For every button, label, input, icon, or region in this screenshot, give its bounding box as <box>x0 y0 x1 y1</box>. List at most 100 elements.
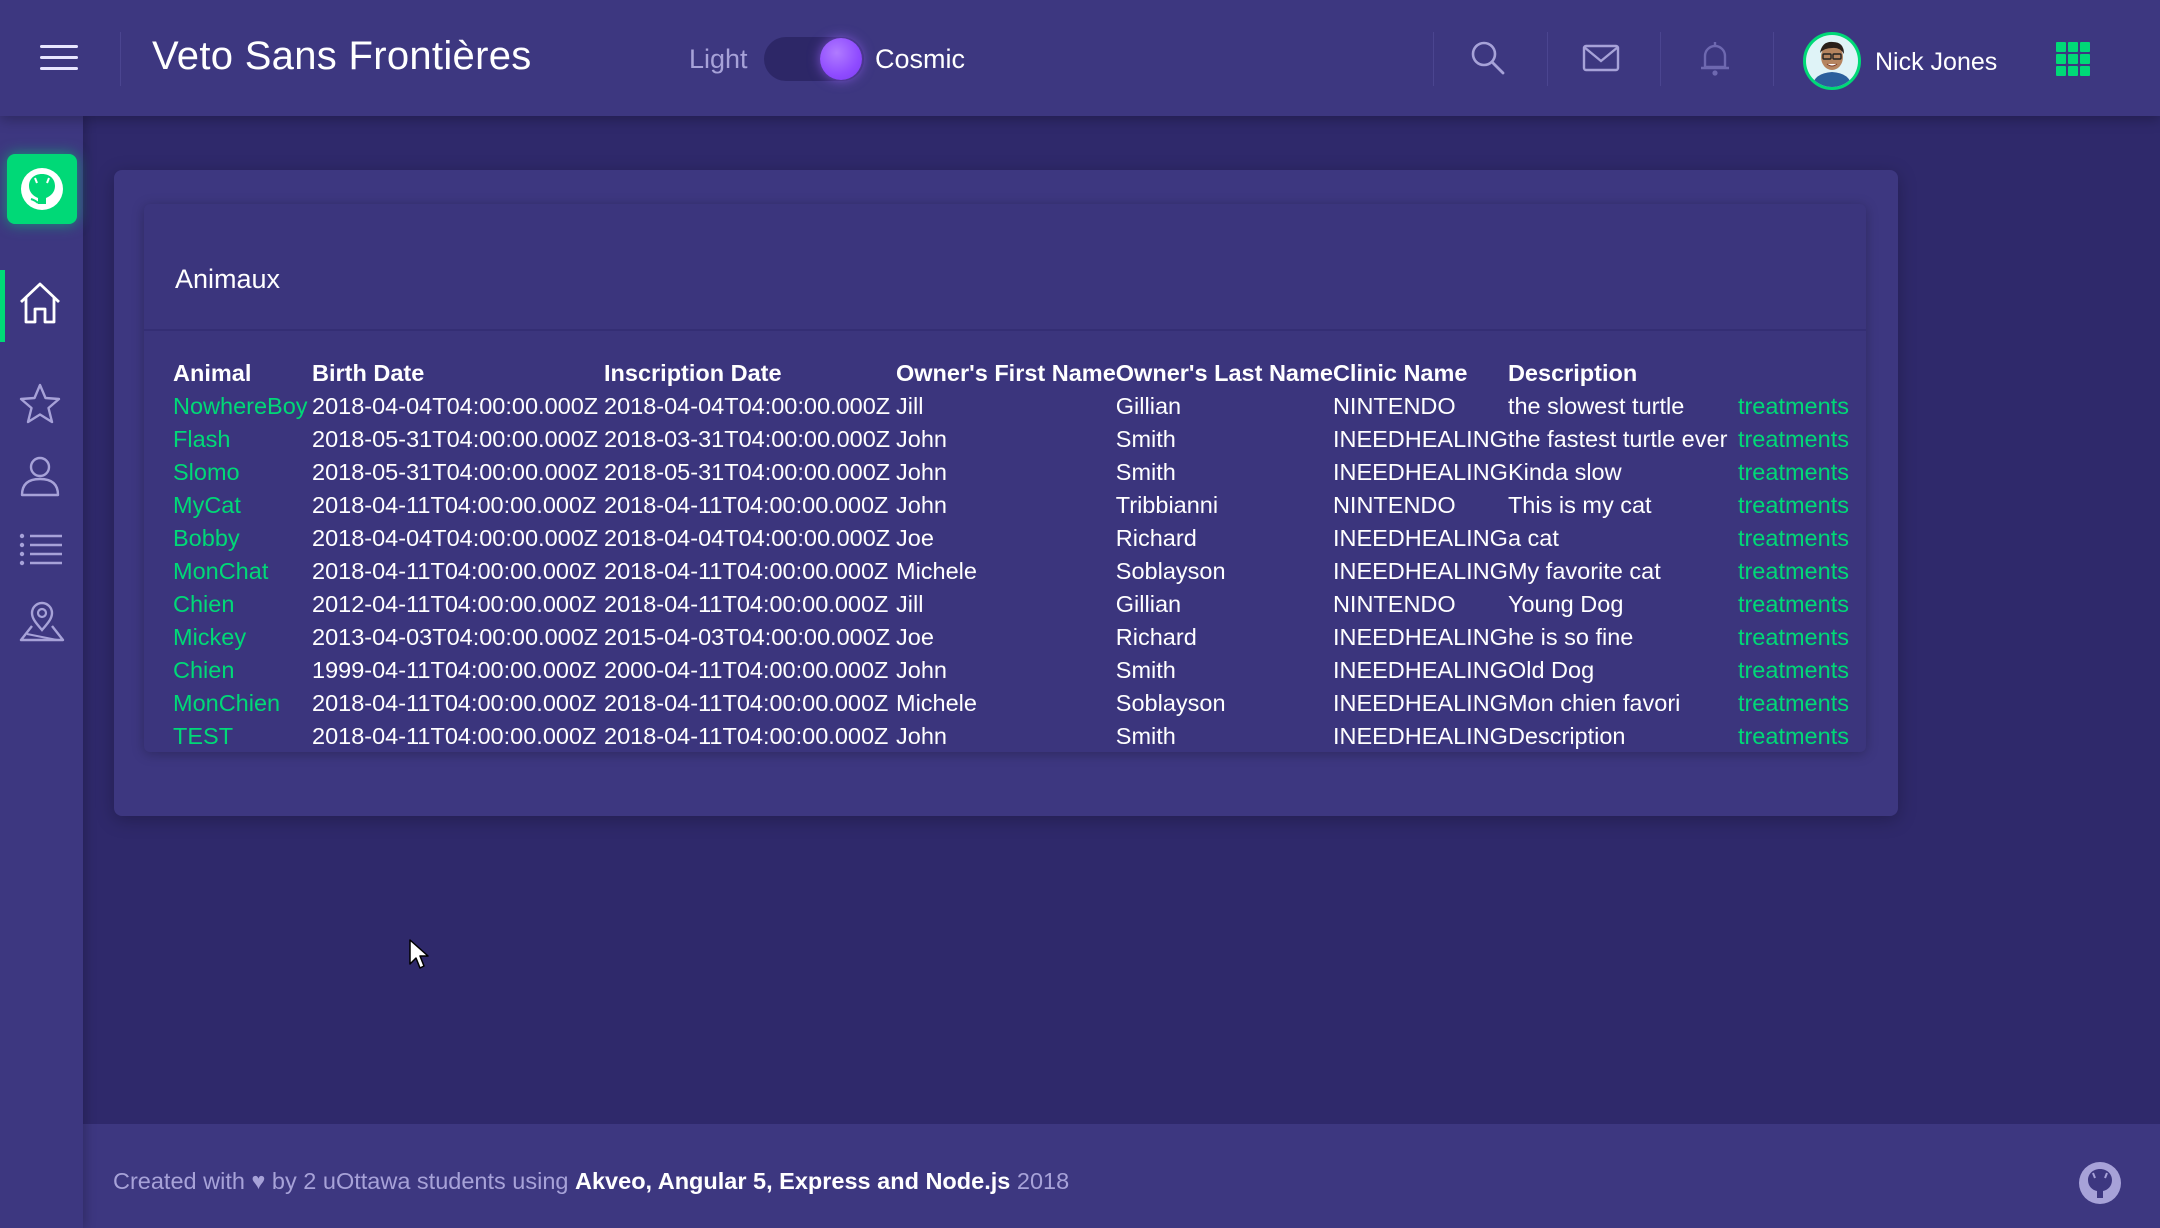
clinic-name: NINTENDO <box>1332 591 1456 617</box>
table-row: Chien 2012-04-11T04:00:00.000Z 2018-04-11T… <box>173 588 1858 621</box>
animal-description: Old Dog <box>1507 657 1595 683</box>
inscription-date-cell: 2018-04-11T04:00:00.000Z <box>604 687 896 720</box>
owner-last-name-cell: Soblayson <box>1116 555 1333 588</box>
animal-name-cell: TEST <box>173 720 312 753</box>
birth-date: 2018-05-31T04:00:00.000Z <box>312 459 599 485</box>
birth-date-cell: 1999-04-11T04:00:00.000Z <box>312 654 604 687</box>
owner-first-name: Michele <box>896 690 977 716</box>
animal-name[interactable]: Chien <box>173 591 234 617</box>
treatments-link-cell: treatments <box>1738 654 1858 687</box>
animals-table: Animal Birth Date Inscription Date Owner… <box>173 356 1858 753</box>
treatments-link[interactable]: treatments <box>1738 525 1849 551</box>
owner-first-name-cell: Michele <box>896 687 1116 720</box>
animal-name[interactable]: MyCat <box>173 492 241 518</box>
table-row: Mickey 2013-04-03T04:00:00.000Z 2015-04-03… <box>173 621 1858 654</box>
animal-name[interactable]: Mickey <box>173 624 246 650</box>
animal-description-cell: a cat <box>1508 522 1738 555</box>
birth-date: 2012-04-11T04:00:00.000Z <box>312 591 597 617</box>
inscription-date: 2018-04-11T04:00:00.000Z <box>604 591 889 617</box>
animal-description: the slowest turtle <box>1507 393 1685 419</box>
animal-description-cell: the fastest turtle ever <box>1508 423 1738 456</box>
sidebar-item-user[interactable] <box>0 444 83 504</box>
owner-last-name-cell: Smith <box>1116 654 1333 687</box>
inscription-date: 2018-03-31T04:00:00.000Z <box>604 426 891 452</box>
treatments-link[interactable]: treatments <box>1738 624 1849 650</box>
animal-description: Mon chien favori <box>1507 690 1681 716</box>
animal-name[interactable]: Slomo <box>173 459 240 485</box>
owner-first-name-cell: Jill <box>896 390 1116 423</box>
animals-card: Animaux Animal Birth Date Inscription Da… <box>144 204 1866 752</box>
animal-name[interactable]: MonChat <box>173 558 268 584</box>
theme-switch[interactable] <box>764 37 864 81</box>
inscription-date: 2018-04-11T04:00:00.000Z <box>604 723 889 749</box>
table-row: Flash 2018-05-31T04:00:00.000Z 2018-03-31T… <box>173 423 1858 456</box>
inscription-date-cell: 2018-05-31T04:00:00.000Z <box>604 456 896 489</box>
owner-first-name: Jill <box>896 393 924 419</box>
clinic-name-cell: NINTENDO <box>1333 588 1508 621</box>
clinic-name-cell: INEEDHEALING <box>1333 522 1508 555</box>
table-row: MonChien 2018-04-11T04:00:00.000Z 2018-04-… <box>173 687 1858 720</box>
owner-first-name: Michele <box>896 558 977 584</box>
treatments-link[interactable]: treatments <box>1738 558 1849 584</box>
inscription-date-cell: 2018-04-11T04:00:00.000Z <box>604 555 896 588</box>
clinic-name-cell: INEEDHEALING <box>1333 720 1508 753</box>
sidebar-item-home[interactable] <box>0 270 83 342</box>
treatments-link[interactable]: treatments <box>1738 723 1849 749</box>
owner-first-name: John <box>896 657 947 683</box>
animal-name[interactable]: Chien <box>173 657 234 683</box>
user-menu[interactable]: Nick Jones <box>1803 32 2013 90</box>
owner-last-name: Tribbianni <box>1115 492 1219 518</box>
star-icon <box>19 383 61 424</box>
inscription-date: 2018-04-11T04:00:00.000Z <box>604 492 889 518</box>
clinic-name-cell: NINTENDO <box>1333 390 1508 423</box>
owner-last-name: Gillian <box>1115 393 1182 419</box>
treatments-link[interactable]: treatments <box>1738 459 1849 485</box>
search-icon[interactable] <box>1468 38 1508 78</box>
treatments-link[interactable]: treatments <box>1738 426 1849 452</box>
apps-grid-icon[interactable] <box>2056 42 2090 76</box>
card-title: Animaux <box>175 264 281 294</box>
owner-first-name: John <box>896 723 947 749</box>
treatments-link[interactable]: treatments <box>1738 591 1849 617</box>
clinic-name-cell: NINTENDO <box>1333 489 1508 522</box>
animal-name[interactable]: Bobby <box>173 525 240 551</box>
sidebar-item-map[interactable] <box>0 590 83 650</box>
animal-name[interactable]: MonChien <box>173 690 280 716</box>
owner-last-name-cell: Gillian <box>1116 390 1333 423</box>
treatments-link[interactable]: treatments <box>1738 690 1849 716</box>
github-button[interactable] <box>7 154 77 224</box>
owner-last-name: Soblayson <box>1115 690 1226 716</box>
animal-name[interactable]: Flash <box>173 426 230 452</box>
inscription-date: 2018-04-11T04:00:00.000Z <box>604 558 889 584</box>
column-header: Birth Date <box>312 359 425 386</box>
owner-last-name-cell: Smith <box>1116 456 1333 489</box>
treatments-link[interactable]: treatments <box>1738 393 1849 419</box>
top-header: Veto Sans Frontières Light Cosmic Nick J… <box>0 0 2160 116</box>
birth-date-cell: 2018-04-04T04:00:00.000Z <box>312 522 604 555</box>
birth-date: 2018-04-04T04:00:00.000Z <box>312 525 599 551</box>
github-icon[interactable] <box>2077 1160 2123 1206</box>
animal-name[interactable]: NowhereBoy <box>173 393 308 419</box>
owner-first-name-cell: Jill <box>896 588 1116 621</box>
animal-name[interactable]: TEST <box>173 723 233 749</box>
menu-toggle-icon[interactable] <box>40 42 78 72</box>
animal-name-cell: Mickey <box>173 621 312 654</box>
owner-last-name-cell: Soblayson <box>1116 687 1333 720</box>
table-row: MonChat 2018-04-11T04:00:00.000Z 2018-04-1… <box>173 555 1858 588</box>
column-header: Owner's First Name <box>896 359 1116 386</box>
app-title[interactable]: Veto Sans Frontières <box>152 34 532 79</box>
clinic-name: INEEDHEALING <box>1332 723 1508 749</box>
treatments-link[interactable]: treatments <box>1738 657 1849 683</box>
birth-date-cell: 2018-05-31T04:00:00.000Z <box>312 456 604 489</box>
treatments-link[interactable]: treatments <box>1738 492 1849 518</box>
treatments-link-cell: treatments <box>1738 720 1858 753</box>
sidebar-item-favorites[interactable] <box>0 372 83 432</box>
clinic-name: INEEDHEALING <box>1332 657 1508 683</box>
owner-first-name-cell: John <box>896 456 1116 489</box>
animal-name-cell: MyCat <box>173 489 312 522</box>
animal-description-cell: Old Dog <box>1508 654 1738 687</box>
header-divider <box>1773 32 1774 86</box>
sidebar-item-list[interactable] <box>0 516 83 576</box>
bell-icon[interactable] <box>1695 38 1735 78</box>
mail-icon[interactable] <box>1581 38 1621 78</box>
